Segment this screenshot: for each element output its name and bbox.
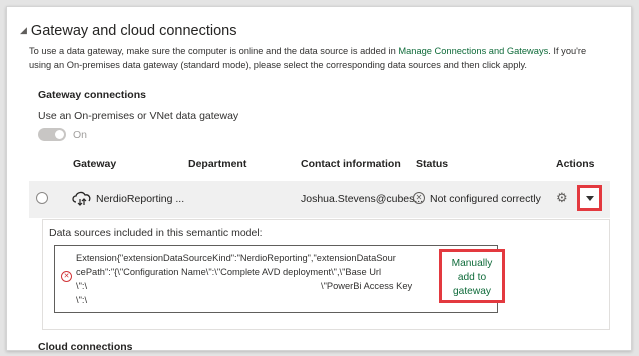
data-source-line-3a: \":\ <box>76 281 88 291</box>
status-text: Not configured correctly <box>430 193 541 205</box>
data-source-line-4: \":\ <box>76 295 88 305</box>
toggle-knob <box>55 130 64 139</box>
section-description: To use a data gateway, make sure the com… <box>29 44 604 72</box>
gateway-radio-button[interactable] <box>36 192 48 204</box>
section-header[interactable]: ◢ Gateway and cloud connections <box>20 23 236 39</box>
data-source-line-3b: \"PowerBi Access Key <box>321 281 413 291</box>
gear-icon[interactable]: ⚙ <box>556 190 568 206</box>
cloud-connections-heading: Cloud connections <box>38 341 133 351</box>
data-source-line-2: cePath":"{\"Configuration Name\":\"Compl… <box>76 267 382 277</box>
column-header-gateway: Gateway <box>73 158 117 170</box>
manage-connections-link[interactable]: Manage Connections and Gateways <box>398 46 548 56</box>
use-gateway-label: Use an On-premises or VNet data gateway <box>38 110 239 122</box>
error-circle-icon: ✕ <box>61 271 72 282</box>
contact-info: Joshua.Stevens@cubes... <box>301 193 424 205</box>
section-title: Gateway and cloud connections <box>30 23 237 39</box>
toggle-state-label: On <box>73 129 88 141</box>
gateway-toggle[interactable] <box>38 128 66 141</box>
cloud-gateway-icon <box>72 191 91 206</box>
manually-add-to-gateway-button[interactable]: Manually add to gateway <box>439 249 505 303</box>
description-text: To use a data gateway, make sure the com… <box>29 46 399 56</box>
column-header-department: Department <box>188 158 247 170</box>
column-header-actions: Actions <box>556 158 595 170</box>
collapse-caret-icon[interactable]: ◢ <box>20 25 27 35</box>
x-circle-icon: ✕ <box>413 192 425 204</box>
expand-data-sources-button[interactable] <box>577 185 602 211</box>
gateway-name: NerdioReporting ... <box>96 193 185 205</box>
column-header-contact: Contact information <box>301 158 401 170</box>
column-header-status: Status <box>416 158 449 170</box>
chevron-down-icon <box>586 196 594 201</box>
gateway-connections-heading: Gateway connections <box>38 89 146 101</box>
gateway-settings-panel: ◢ Gateway and cloud connections To use a … <box>6 6 632 351</box>
manually-add-label: Manually add to gateway <box>451 258 493 297</box>
data-source-line-1: Extension{"extensionDataSourceKind":"Ner… <box>76 253 396 263</box>
data-sources-label: Data sources included in this semantic m… <box>49 227 263 239</box>
